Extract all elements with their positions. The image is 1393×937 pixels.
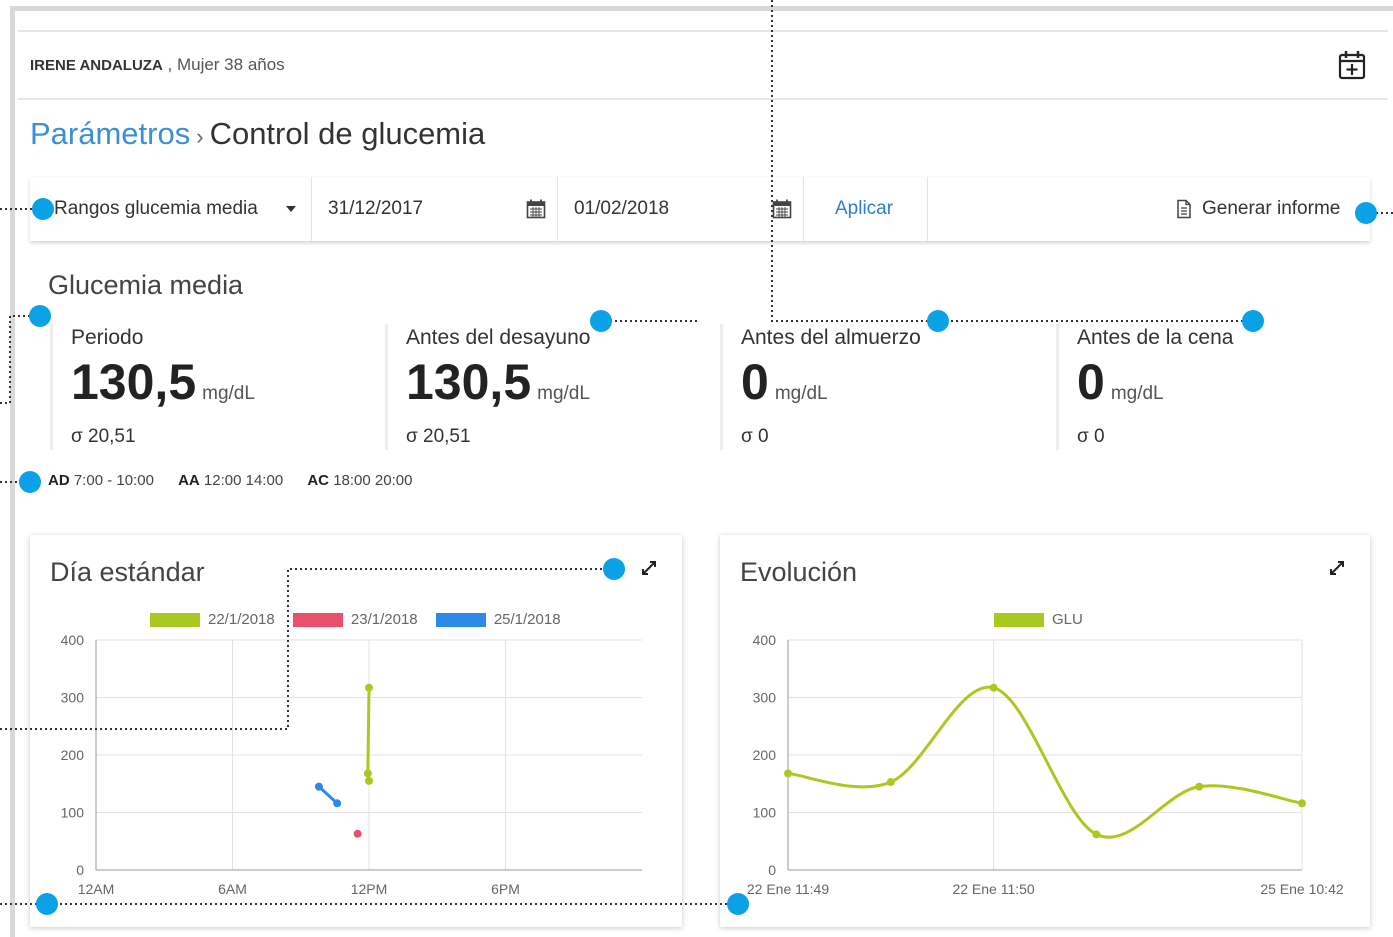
annotation-marker xyxy=(32,198,54,220)
annotation-marker xyxy=(1355,202,1377,224)
annotation-marker xyxy=(29,305,51,327)
annotation-marker xyxy=(590,310,612,332)
annotation-marker xyxy=(1242,310,1264,332)
annotation-marker xyxy=(927,310,949,332)
annotation-overlay xyxy=(0,0,1393,905)
annotation-marker xyxy=(727,893,749,915)
annotation-marker xyxy=(603,558,625,580)
annotation-marker xyxy=(19,471,41,493)
annotation-marker xyxy=(36,893,58,915)
